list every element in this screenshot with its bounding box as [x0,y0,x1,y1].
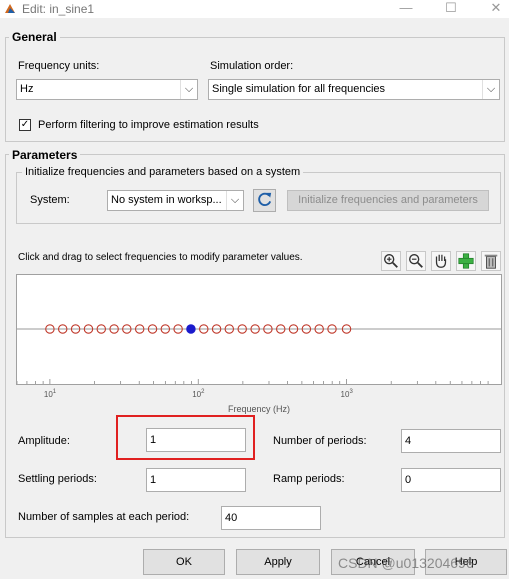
matlab-icon [5,4,15,13]
amplitude-input[interactable]: 1 [146,428,246,452]
maximize-button[interactable]: ☐ [436,0,466,18]
system-dropdown[interactable]: No system in worksp... ⌵ [107,190,244,211]
zoom-in-button[interactable] [381,251,401,271]
system-value: No system in worksp... [111,194,222,206]
refresh-button[interactable] [253,189,276,212]
settling-periods-input[interactable]: 1 [146,468,246,492]
checkmark-icon: ✓ [20,119,30,130]
simulation-order-value: Single simulation for all frequencies [212,83,386,95]
samples-per-period-input[interactable]: 40 [221,506,321,530]
refresh-icon [258,192,272,206]
frequency-axis: 101 102 103 Frequency (Hz) [44,389,354,414]
chevron-down-icon: ⌵ [482,80,499,99]
instruction-text: Click and drag to select frequencies to … [18,252,303,263]
samples-per-period-label: Number of samples at each period: [18,511,190,523]
chevron-down-icon: ⌵ [226,191,243,210]
watermark: CSDN @u013204696 [338,555,474,571]
zoom-in-icon [384,254,398,268]
filter-checkbox[interactable]: ✓ [19,119,31,131]
system-label: System: [30,194,70,206]
ramp-periods-label: Ramp periods: [273,473,345,485]
chevron-down-icon: ⌵ [180,80,197,99]
filter-label: Perform filtering to improve estimation … [38,119,259,131]
add-plus-icon [458,253,474,269]
pan-button[interactable] [431,251,451,271]
settling-periods-label: Settling periods: [18,473,97,485]
amplitude-label: Amplitude: [18,435,70,447]
initialize-title: Initialize frequencies and parameters ba… [22,166,304,178]
zoom-out-icon [409,254,423,268]
delete-button[interactable] [481,251,501,271]
apply-button[interactable]: Apply [236,549,320,575]
ok-button[interactable]: OK [143,549,225,575]
frequency-units-label: Frequency units: [18,60,100,72]
ramp-periods-input[interactable]: 0 [401,468,501,492]
x-tick-label: 102 [192,389,205,399]
frequency-plot[interactable] [16,274,502,385]
window-title: Edit: in_sine1 [22,2,95,16]
frequency-units-value: Hz [20,83,34,95]
number-of-periods-label: Number of periods: [273,435,367,447]
frequency-units-dropdown[interactable]: Hz ⌵ [16,79,198,100]
trash-icon [484,254,498,269]
frequency-plot-svg[interactable] [17,275,501,384]
pan-hand-icon [435,254,447,268]
x-tick-label: 101 [44,389,57,399]
minimize-button[interactable]: — [391,0,421,18]
zoom-out-button[interactable] [406,251,426,271]
simulation-order-dropdown[interactable]: Single simulation for all frequencies ⌵ [208,79,500,100]
add-button[interactable] [456,251,476,271]
x-axis-label: Frequency (Hz) [228,404,290,414]
initialize-button[interactable]: Initialize frequencies and parameters [287,190,489,211]
number-of-periods-input[interactable]: 4 [401,429,501,453]
general-title: General [9,30,60,44]
x-tick-label: 103 [341,389,354,399]
title-bar: Edit: in_sine1 — ☐ ✕ [0,0,509,18]
frequency-marker-selected[interactable] [186,324,196,334]
parameters-title: Parameters [9,148,81,162]
close-button[interactable]: ✕ [481,0,509,18]
simulation-order-label: Simulation order: [210,60,294,72]
